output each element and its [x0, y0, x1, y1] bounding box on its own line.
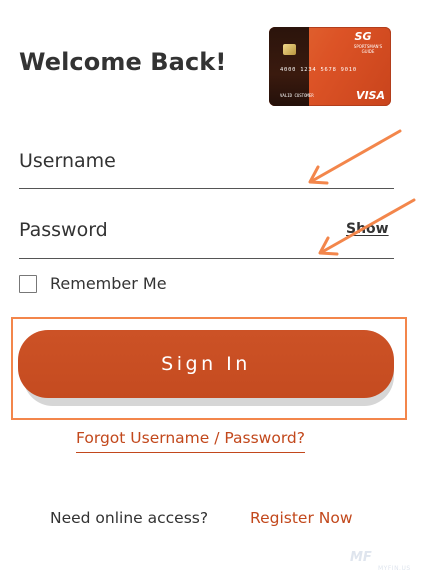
forgot-credentials-link[interactable]: Forgot Username / Password?	[76, 429, 305, 453]
password-field[interactable]: Password	[19, 219, 108, 241]
username-field[interactable]: Username	[19, 150, 116, 172]
remember-me-checkbox[interactable]	[19, 275, 37, 293]
arrow-icon-username	[308, 129, 402, 185]
visa-logo: VISA	[355, 89, 385, 102]
card-logo: SG	[354, 30, 372, 43]
card-brand-line2: GUIDE	[361, 49, 375, 54]
remember-me-label[interactable]: Remember Me	[50, 274, 167, 293]
card-chip-icon	[283, 44, 296, 55]
card-number: 4000 1234 5678 9010	[280, 67, 357, 73]
register-now-link[interactable]: Register Now	[250, 509, 353, 527]
card-holder: VALID CUSTOMER	[280, 93, 314, 98]
need-access-text: Need online access?	[50, 509, 209, 527]
watermark-subtext: MYFIN.US	[378, 565, 411, 572]
password-underline	[19, 258, 394, 259]
page-title: Welcome Back!	[19, 48, 227, 76]
credit-card-image: SG SPORTSMAN'S GUIDE 4000 1234 5678 9010…	[269, 27, 391, 106]
card-brand: SPORTSMAN'S GUIDE	[349, 44, 387, 54]
signin-button[interactable]: Sign In	[18, 330, 394, 398]
show-password-toggle[interactable]: Show	[346, 221, 389, 237]
username-underline	[19, 188, 394, 189]
watermark-logo: MF	[350, 550, 372, 565]
